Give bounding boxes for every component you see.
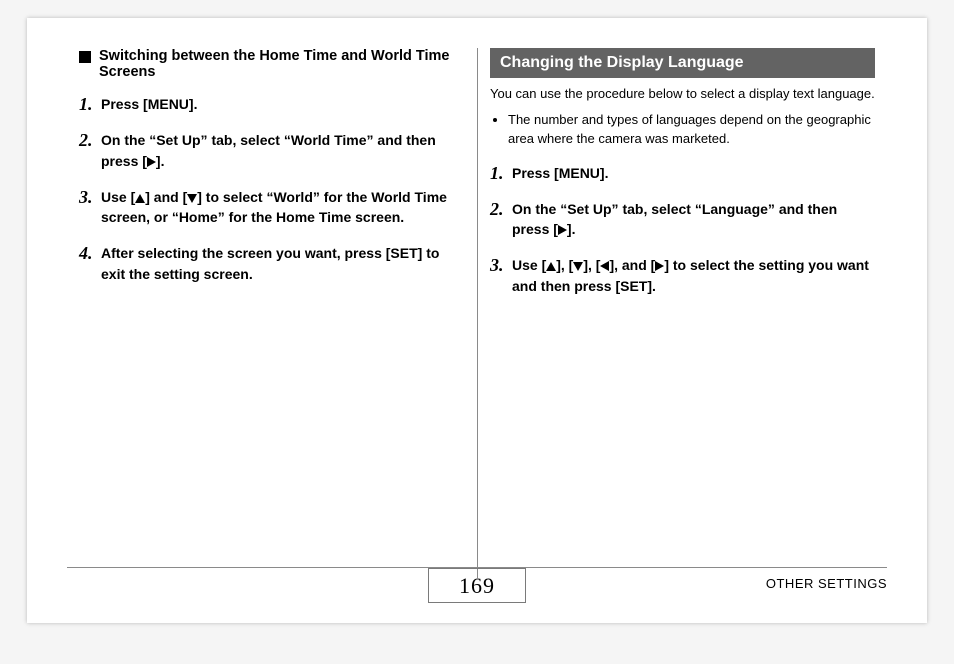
square-bullet-icon xyxy=(79,51,91,63)
page-number: 169 xyxy=(428,568,526,603)
triangle-up-icon xyxy=(546,262,556,271)
list-item: 2. On the “Set Up” tab, select “Language… xyxy=(490,199,875,240)
manual-page: Switching between the Home Time and Worl… xyxy=(27,18,927,623)
triangle-right-icon xyxy=(558,225,567,235)
step-text: Use [], [], [], and [] to select the set… xyxy=(512,255,875,296)
step-number: 1. xyxy=(79,94,101,113)
list-item: 3. Use [] and [] to select “World” for t… xyxy=(79,187,465,228)
triangle-right-icon xyxy=(147,157,156,167)
triangle-down-icon xyxy=(573,262,583,271)
list-item: 1. Press [MENU]. xyxy=(490,163,875,183)
step-number: 2. xyxy=(79,130,101,149)
step-text: Press [MENU]. xyxy=(101,94,197,114)
footer-section-label: OTHER SETTINGS xyxy=(766,576,887,591)
step-number: 3. xyxy=(79,187,101,206)
step-text: On the “Set Up” tab, select “World Time”… xyxy=(101,130,465,171)
left-steps-list: 1. Press [MENU]. 2. On the “Set Up” tab,… xyxy=(79,94,465,284)
step-number: 2. xyxy=(490,199,512,218)
triangle-right-icon xyxy=(655,261,664,271)
step-text: After selecting the screen you want, pre… xyxy=(101,243,465,284)
list-item: 3. Use [], [], [], and [] to select the … xyxy=(490,255,875,296)
note-list: The number and types of languages depend… xyxy=(490,110,875,149)
content-columns: Switching between the Home Time and Worl… xyxy=(67,48,887,578)
step-text: On the “Set Up” tab, select “Language” a… xyxy=(512,199,875,240)
note-item: The number and types of languages depend… xyxy=(508,110,875,149)
left-column: Switching between the Home Time and Worl… xyxy=(67,48,477,578)
right-title-bar: Changing the Display Language xyxy=(490,48,875,78)
step-text: Press [MENU]. xyxy=(512,163,608,183)
triangle-up-icon xyxy=(135,194,145,203)
step-number: 1. xyxy=(490,163,512,182)
right-steps-list: 1. Press [MENU]. 2. On the “Set Up” tab,… xyxy=(490,163,875,296)
left-heading-text: Switching between the Home Time and Worl… xyxy=(99,48,465,80)
triangle-left-icon xyxy=(600,261,609,271)
step-text: Use [] and [] to select “World” for the … xyxy=(101,187,465,228)
right-column: Changing the Display Language You can us… xyxy=(477,48,887,578)
list-item: 2. On the “Set Up” tab, select “World Ti… xyxy=(79,130,465,171)
list-item: 1. Press [MENU]. xyxy=(79,94,465,114)
step-number: 3. xyxy=(490,255,512,274)
intro-text: You can use the procedure below to selec… xyxy=(490,84,875,104)
list-item: 4. After selecting the screen you want, … xyxy=(79,243,465,284)
left-section-heading: Switching between the Home Time and Worl… xyxy=(79,48,465,80)
triangle-down-icon xyxy=(187,194,197,203)
step-number: 4. xyxy=(79,243,101,262)
